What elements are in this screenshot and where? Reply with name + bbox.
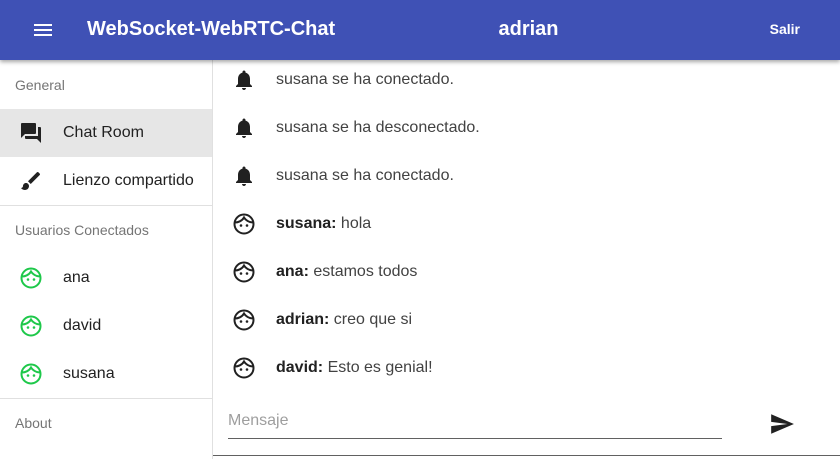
section-title-connected-users: Usuarios Conectados — [15, 222, 149, 238]
connected-user-name: susana — [63, 365, 115, 382]
message-body: hola — [336, 215, 372, 232]
bell-icon — [232, 116, 256, 140]
nav-item-label: Lienzo compartido — [63, 172, 194, 189]
message-list: susana se ha conectado. susana se ha des… — [213, 60, 840, 400]
bell-icon — [232, 68, 256, 92]
brush-icon — [19, 169, 43, 193]
face-icon — [232, 260, 256, 284]
face-icon — [19, 314, 43, 338]
message-input[interactable] — [228, 406, 722, 436]
current-user-name: adrian — [498, 18, 559, 40]
sidebar-divider — [0, 205, 212, 206]
face-icon — [19, 266, 43, 290]
message-text: ana: estamos todos — [276, 263, 417, 281]
message-body: Esto es genial! — [323, 359, 433, 376]
connected-user-name: david — [63, 317, 102, 334]
logout-button[interactable]: Salir — [770, 19, 800, 39]
message-text: david: Esto es genial! — [276, 359, 433, 377]
face-icon — [232, 356, 256, 380]
connected-user-item: ana — [0, 254, 212, 302]
connected-user-item: david — [0, 302, 212, 350]
message-composer — [228, 406, 722, 439]
section-title-about[interactable]: About — [15, 414, 52, 432]
message-sender: ana: — [276, 263, 309, 280]
message-text: susana se ha conectado. — [276, 71, 454, 89]
nav-item-shared-canvas[interactable]: Lienzo compartido — [0, 157, 212, 205]
message-item-notification: susana se ha conectado. — [213, 56, 840, 104]
menu-button[interactable] — [30, 18, 56, 42]
send-button[interactable] — [768, 410, 796, 438]
face-icon — [19, 362, 43, 386]
message-body: susana se ha desconectado. — [276, 119, 480, 136]
face-icon — [232, 308, 256, 332]
nav-item-chat-room[interactable]: Chat Room — [0, 109, 212, 157]
message-text: susana se ha desconectado. — [276, 119, 480, 137]
send-icon — [771, 414, 794, 434]
message-sender: susana: — [276, 215, 337, 232]
message-sender: david: — [276, 359, 324, 376]
message-text: susana se ha conectado. — [276, 167, 454, 185]
sidebar: General Chat Room Lienzo compartido Usua… — [0, 60, 213, 459]
app-title: WebSocket-WebRTC-Chat — [87, 18, 336, 40]
message-item-chat: susana: hola — [213, 200, 840, 248]
nav-item-label: Chat Room — [63, 124, 144, 141]
connected-user-name: ana — [63, 269, 90, 286]
sidebar-divider — [0, 398, 212, 399]
bell-icon — [232, 164, 256, 188]
message-item-chat: adrian: creo que si — [213, 296, 840, 344]
message-text: susana: hola — [276, 215, 371, 233]
message-body: estamos todos — [308, 263, 418, 280]
message-sender: adrian: — [276, 311, 330, 328]
section-title-general: General — [15, 77, 65, 93]
message-item-notification: susana se ha desconectado. — [213, 104, 840, 152]
menu-icon — [34, 24, 52, 36]
connected-user-item: susana — [0, 350, 212, 398]
app-bar: WebSocket-WebRTC-Chat adrian Salir — [0, 0, 840, 60]
message-item-notification: susana se ha conectado. — [213, 152, 840, 200]
message-body: creo que si — [329, 311, 413, 328]
message-item-chat: ana: estamos todos — [213, 248, 840, 296]
message-body: susana se ha conectado. — [276, 167, 454, 184]
message-text: adrian: creo que si — [276, 311, 412, 329]
forum-icon — [19, 121, 43, 145]
face-icon — [232, 212, 256, 236]
message-item-chat: david: Esto es genial! — [213, 344, 840, 392]
message-body: susana se ha conectado. — [276, 71, 454, 88]
